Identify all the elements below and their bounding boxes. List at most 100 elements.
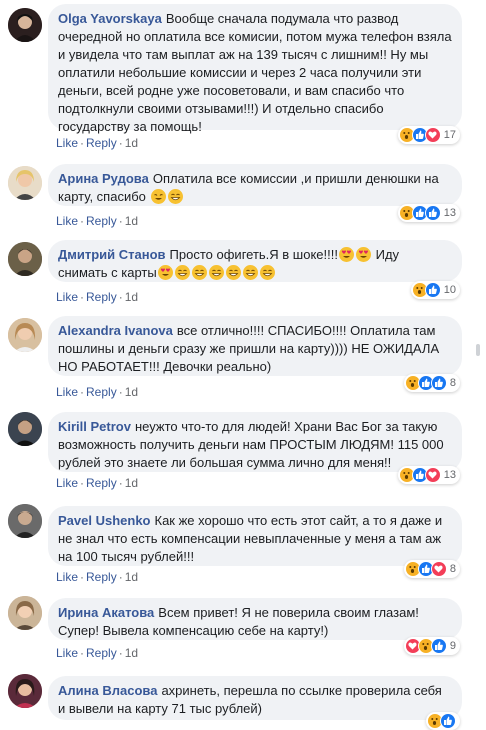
comment-actions: Like · Reply · 1d [56,214,138,228]
comment-actions: Like · Reply · 1d [56,290,138,304]
grin-emoji-icon [174,265,190,280]
timestamp[interactable]: 1d [125,476,138,490]
comment-bubble: Арина Рудова Оплатила все комиссии ,и при… [48,164,462,206]
reactions-summary[interactable]: 10 [410,281,460,299]
reply-link[interactable]: Reply [86,476,117,490]
like-reaction-icon [424,205,441,221]
reactions-summary[interactable]: 8 [403,374,460,392]
grin-emoji-icon [225,265,241,280]
avatar[interactable] [8,166,42,200]
comment-actions: Like · Reply · 1d [56,385,138,399]
love-reaction-icon [424,127,441,143]
comment-bubble: Kirill Petrov неужто что-то для людей! Хр… [48,412,462,472]
separator: · [80,136,85,150]
comment-actions: Like · Reply · 1d [56,570,138,584]
comment-actions: Like · Reply · 1d [56,646,138,660]
separator: · [118,136,123,150]
grin-emoji-icon [259,265,275,280]
separator: · [118,476,123,490]
timestamp[interactable]: 1d [125,136,138,150]
reaction-count: 8 [449,377,456,389]
separator: · [80,214,85,228]
separator: · [80,646,85,660]
reactions-summary[interactable]: 8 [403,560,460,578]
reply-link[interactable]: Reply [86,214,117,228]
heart-eyes-emoji-icon [355,247,371,262]
comment-bubble: Pavel Ushenko Как же хорошо что есть этот… [48,506,462,566]
scrollbar-thumb[interactable] [476,344,480,356]
separator: · [118,290,123,304]
separator: · [118,570,123,584]
like-link[interactable]: Like [56,290,78,304]
grin-emoji-icon [167,189,183,204]
avatar[interactable] [8,674,42,708]
reply-link[interactable]: Reply [86,570,117,584]
timestamp[interactable]: 1d [125,214,138,228]
like-reaction-icon [430,638,447,654]
reactions-summary[interactable]: 9 [403,637,460,655]
separator: · [118,646,123,660]
comment-actions: Like · Reply · 1d [56,476,138,490]
like-link[interactable]: Like [56,646,78,660]
comment-author[interactable]: Арина Рудова [58,171,149,186]
grin-emoji-icon [208,265,224,280]
like-link[interactable]: Like [56,476,78,490]
separator: · [80,385,85,399]
comment-author[interactable]: Kirill Petrov [58,419,131,434]
comment-bubble: Alexandra Ivanova все отлично!!!! СПАСИБО… [48,316,462,376]
comment-author[interactable]: Ирина Акатова [58,605,154,620]
comment-bubble: Olga Yavorskaya Вообще сначала подумала ч… [48,4,462,134]
reactions-summary[interactable] [426,712,460,730]
avatar[interactable] [8,242,42,276]
reaction-count: 17 [443,129,456,141]
comment-author[interactable]: Дмитрий Станов [58,247,166,262]
avatar[interactable] [8,504,42,538]
reactions-summary[interactable]: 17 [397,126,460,144]
like-link[interactable]: Like [56,570,78,584]
like-link[interactable]: Like [56,385,78,399]
reactions-summary[interactable]: 13 [397,204,460,222]
reaction-count: 9 [449,640,456,652]
grin-emoji-icon [242,265,258,280]
timestamp[interactable]: 1d [125,646,138,660]
separator: · [80,570,85,584]
separator: · [80,476,85,490]
comment-author[interactable]: Алина Власова [58,683,157,698]
comment-author[interactable]: Olga Yavorskaya [58,11,162,26]
reactions-summary[interactable]: 13 [397,466,460,484]
reaction-count: 13 [443,469,456,481]
comment-actions: Like · Reply · 1d [56,136,138,150]
reply-link[interactable]: Reply [86,290,117,304]
like-link[interactable]: Like [56,136,78,150]
comment-text: Вообще сначала подумала что развод очере… [58,11,452,134]
timestamp[interactable]: 1d [125,570,138,584]
avatar[interactable] [8,412,42,446]
reply-link[interactable]: Reply [86,646,117,660]
grin-emoji-icon [191,265,207,280]
separator: · [80,290,85,304]
comment-bubble: Алина Власова ахринеть, перешла по ссылке… [48,676,462,720]
comment-bubble: Дмитрий Станов Просто офигеть.Я в шоке!!!… [48,240,462,282]
avatar[interactable] [8,596,42,630]
love-reaction-icon [424,467,441,483]
sweat-smile-emoji-icon [150,189,166,204]
avatar[interactable] [8,8,42,42]
heart-eyes-emoji-icon [157,265,173,280]
like-reaction-icon [424,282,441,298]
love-reaction-icon [430,561,447,577]
timestamp[interactable]: 1d [125,385,138,399]
timestamp[interactable]: 1d [125,290,138,304]
comment-author[interactable]: Pavel Ushenko [58,513,151,528]
comment-author[interactable]: Alexandra Ivanova [58,323,173,338]
comment-text: Просто офигеть.Я в шоке!!!! [169,247,338,262]
reaction-count: 13 [443,207,456,219]
like-reaction-icon [430,375,447,391]
reply-link[interactable]: Reply [86,385,117,399]
avatar[interactable] [8,318,42,352]
reply-link[interactable]: Reply [86,136,117,150]
like-link[interactable]: Like [56,214,78,228]
comment-bubble: Ирина Акатова Всем привет! Я не поверила … [48,598,462,640]
like-reaction-icon [440,713,456,729]
separator: · [118,214,123,228]
separator: · [118,385,123,399]
